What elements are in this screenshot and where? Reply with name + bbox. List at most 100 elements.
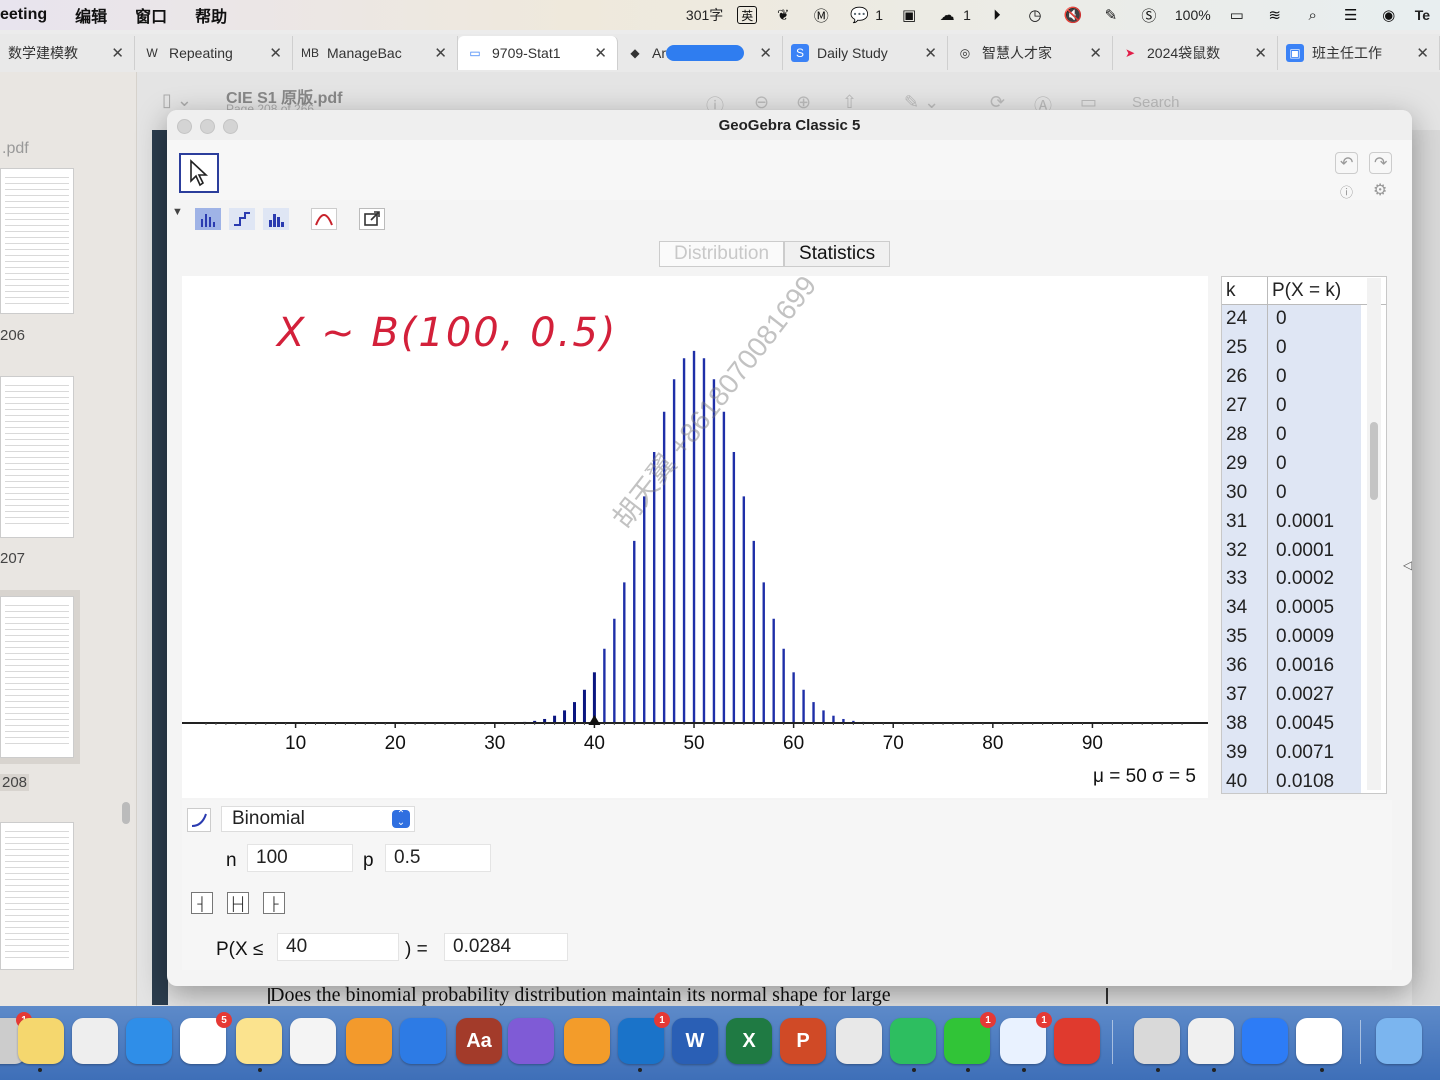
qq-icon[interactable]: 1 (1000, 1012, 1052, 1064)
table-row[interactable]: 25 0 (1222, 333, 1386, 363)
word-icon[interactable]: W (672, 1018, 718, 1064)
undo-icon[interactable]: ↶ (1335, 152, 1359, 174)
preview-icon[interactable] (1134, 1018, 1180, 1064)
camera-status-icon[interactable]: ▣ (897, 5, 921, 25)
export-button[interactable] (359, 208, 385, 230)
wechat-status-icon[interactable]: ☁ (935, 5, 959, 25)
stickies-icon[interactable] (18, 1018, 64, 1064)
thumbnail-page-206[interactable] (0, 168, 74, 314)
table-row[interactable]: 24 0 (1222, 305, 1386, 334)
move-tool-button[interactable] (179, 153, 219, 193)
table-row[interactable]: 39 0.0071 (1222, 738, 1386, 768)
table-row[interactable]: 36 0.0016 (1222, 651, 1386, 681)
tab-close-icon[interactable]: ✕ (594, 44, 607, 62)
wifi-icon[interactable]: ≋ (1263, 5, 1287, 25)
browser-tab-2[interactable]: W Repeating ✕ (135, 36, 293, 70)
bound-marker[interactable] (588, 715, 601, 725)
table-scrollbar-thumb[interactable] (1370, 422, 1378, 500)
tab-close-icon[interactable]: ✕ (759, 44, 772, 62)
powerpoint-icon[interactable]: P (780, 1018, 826, 1064)
distribution-type-select[interactable]: Binomial ⌃ ⌄ (221, 806, 415, 832)
menu-help[interactable]: 帮助 (195, 3, 227, 27)
freeform-icon[interactable] (290, 1018, 336, 1064)
history-status-icon[interactable]: ◷ (1023, 5, 1047, 25)
pen-status-icon[interactable]: ✎ (1099, 5, 1123, 25)
interval-button[interactable]: ├┤ (227, 892, 249, 914)
wechat-icon[interactable]: 1 (944, 1012, 996, 1064)
table-row[interactable]: 27 0 (1222, 391, 1386, 421)
tab-close-icon[interactable]: ✕ (1416, 44, 1429, 62)
normal-overlay-button[interactable] (311, 208, 337, 230)
books-icon[interactable] (564, 1018, 610, 1064)
table-row[interactable]: 40 0.0108 (1222, 767, 1386, 793)
distribution-plot[interactable]: 10 20 30 40 50 60 70 80 90 X ~ B(100, 0.5) 胡天翼 +… (182, 270, 1208, 798)
chrome-icon[interactable] (836, 1018, 882, 1064)
table-scrollbar-track[interactable] (1367, 278, 1381, 790)
app-menu[interactable]: eeting (0, 6, 47, 24)
table-row[interactable]: 32 0.0001 (1222, 536, 1386, 566)
thumbnail-page-207[interactable] (0, 376, 74, 538)
browser-tab-4[interactable]: ▭ 9709-Stat1 ✕ (458, 36, 618, 70)
panel-collapse-icon[interactable]: ◁ (1403, 558, 1412, 572)
tab-close-icon[interactable]: ✕ (1089, 44, 1102, 62)
step-graph-view-button[interactable] (229, 208, 255, 230)
settings-gear-icon[interactable]: ⚙ (1373, 180, 1387, 200)
tab-close-icon[interactable]: ✕ (269, 44, 282, 62)
table-row[interactable]: 33 0.0002 (1222, 565, 1386, 594)
notes-icon[interactable] (236, 1018, 282, 1064)
menu-window[interactable]: 窗口 (135, 3, 167, 27)
probability-table[interactable]: k P(X = k) 24 0 25 0 26 0 27 0 28 0 29 0 30 0 31 0.0001… (1221, 276, 1387, 794)
screenshare-icon[interactable] (1188, 1018, 1234, 1064)
table-row[interactable]: 30 0 (1222, 478, 1386, 508)
menu-edit[interactable]: 编辑 (75, 3, 107, 27)
battery-icon[interactable]: ▭ (1225, 5, 1249, 25)
browser-tab-7[interactable]: ◎ 智慧人才家 ✕ (948, 36, 1113, 70)
table-row[interactable]: 37 0.0027 (1222, 680, 1386, 710)
imovie-icon[interactable] (508, 1018, 554, 1064)
control-center-icon[interactable]: ☰ (1339, 5, 1363, 25)
pdf-search-field[interactable]: Search (1132, 94, 1180, 111)
thumbnail-page-209[interactable] (0, 822, 74, 970)
evernote-icon[interactable] (890, 1018, 936, 1064)
cumulative-toggle-button[interactable] (187, 808, 211, 832)
tab-close-icon[interactable]: ✕ (924, 44, 937, 62)
sidebar-toggle-icon[interactable]: ▯ ⌄ (162, 90, 192, 111)
chat-status-icon[interactable]: 💬 (847, 5, 871, 25)
browser-tab-8[interactable]: ➤ 2024袋鼠数 ✕ (1113, 36, 1278, 70)
tab-statistics[interactable]: Statistics (784, 241, 891, 267)
table-row[interactable]: 31 0.0001 (1222, 507, 1386, 537)
tab-distribution[interactable]: Distribution (659, 241, 785, 267)
tab-close-icon[interactable]: ✕ (1254, 44, 1267, 62)
mute-status-icon[interactable]: 🔇 (1061, 5, 1085, 25)
siri-icon[interactable]: ◉ (1377, 5, 1401, 25)
histogram-view-button[interactable] (263, 208, 289, 230)
redo-icon[interactable]: ↷ (1369, 152, 1393, 174)
folder-icon[interactable] (1376, 1018, 1422, 1064)
geogebra-icon[interactable] (1296, 1018, 1342, 1064)
param-n-input[interactable]: 100 (247, 844, 353, 872)
ime-indicator[interactable]: 英 (737, 6, 758, 24)
collapse-triangle-icon[interactable]: ▼ (172, 206, 183, 218)
param-p-input[interactable]: 0.5 (385, 844, 491, 872)
help-icon[interactable]: ⓘ (1340, 182, 1353, 201)
browser-tab-6[interactable]: S Daily Study ✕ (783, 36, 948, 70)
keynote-icon[interactable] (400, 1018, 446, 1064)
tab-close-icon[interactable]: ✕ (111, 44, 124, 62)
bar-graph-view-button[interactable] (195, 208, 221, 230)
browser-tab-3[interactable]: MB ManageBac ✕ (293, 36, 458, 70)
sidebar-scrollbar[interactable] (122, 802, 130, 824)
dictionary-icon[interactable]: Aa (456, 1018, 502, 1064)
wps-icon[interactable] (1054, 1018, 1100, 1064)
safari-icon[interactable] (126, 1018, 172, 1064)
excel-icon[interactable]: X (726, 1018, 772, 1064)
pages-icon[interactable] (346, 1018, 392, 1064)
table-row[interactable]: 38 0.0045 (1222, 709, 1386, 739)
left-sided-button[interactable]: ┤ (191, 892, 213, 914)
feishu-icon[interactable] (1242, 1018, 1288, 1064)
s-status-icon[interactable]: Ⓢ (1137, 5, 1161, 25)
table-row[interactable]: 28 0 (1222, 420, 1386, 450)
browser-tab-5[interactable]: ◆ Art ✕ (618, 36, 783, 70)
spotlight-icon[interactable]: ⌕ (1301, 5, 1325, 25)
prob-bound-input[interactable]: 40 (277, 933, 399, 961)
table-row[interactable]: 34 0.0005 (1222, 593, 1386, 623)
